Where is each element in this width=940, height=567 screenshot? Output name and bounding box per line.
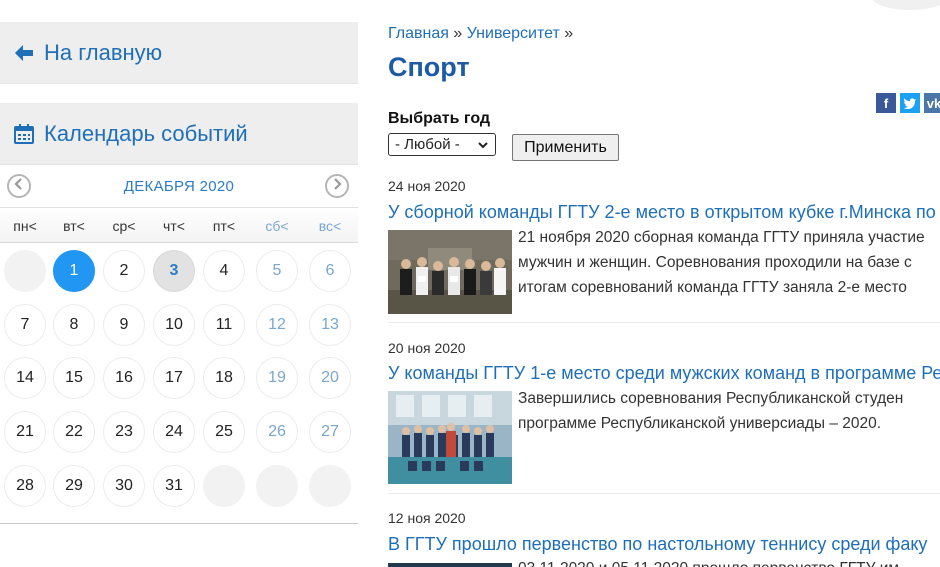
news-divider xyxy=(388,493,940,494)
breadcrumb: Главная » Университет » xyxy=(388,25,573,43)
arrow-left-icon xyxy=(12,41,36,65)
news-date: 24 ноя 2020 xyxy=(388,178,466,194)
calendar-empty-cell xyxy=(309,465,351,507)
twitter-icon[interactable] xyxy=(900,93,920,113)
calendar-day[interactable]: 7 xyxy=(4,304,46,346)
calendar-month-label: ДЕКАБРЯ 2020 xyxy=(123,178,235,195)
calendar-header: ДЕКАБРЯ 2020 xyxy=(0,172,358,202)
weekday-label: вт< xyxy=(63,218,85,234)
news-title-link[interactable]: В ГГТУ прошло первенство по настольному … xyxy=(388,534,927,555)
breadcrumb-separator: » xyxy=(564,25,574,42)
calendar-day[interactable]: 15 xyxy=(53,357,95,399)
calendar-icon xyxy=(12,122,36,146)
calendar-empty-cell xyxy=(203,465,245,507)
news-title-link[interactable]: У команды ГГТУ 1-е место среди мужских к… xyxy=(388,363,940,384)
calendar-day[interactable]: 29 xyxy=(53,465,95,507)
news-thumbnail[interactable] xyxy=(388,230,512,314)
calendar-day[interactable]: 3 xyxy=(153,250,195,292)
home-link-label: На главную xyxy=(44,39,163,65)
sidebar: На главную Календарь событий ДЕКАБРЯ 202… xyxy=(0,0,358,567)
news-date: 20 ноя 2020 xyxy=(388,340,466,356)
calendar-day[interactable]: 21 xyxy=(4,411,46,453)
facebook-icon[interactable]: f xyxy=(876,93,896,113)
calendar-day[interactable]: 25 xyxy=(203,411,245,453)
calendar-day[interactable]: 28 xyxy=(4,465,46,507)
news-excerpt: Завершились соревнования Республиканской… xyxy=(518,390,904,432)
news-thumbnail[interactable] xyxy=(388,391,512,484)
calendar-day[interactable]: 2 xyxy=(103,250,145,292)
breadcrumb-university[interactable]: Университет xyxy=(467,25,560,42)
weekday-label: сб< xyxy=(265,218,289,234)
news-divider xyxy=(388,322,940,323)
news-thumbnail[interactable] xyxy=(388,563,512,567)
vk-icon[interactable]: vk xyxy=(924,93,940,113)
calendar-day[interactable]: 18 xyxy=(203,357,245,399)
share-buttons: f vk xyxy=(876,93,940,113)
calendar-day[interactable]: 24 xyxy=(153,411,195,453)
calendar-empty-cell xyxy=(256,465,298,507)
calendar-day[interactable]: 11 xyxy=(203,304,245,346)
calendar-day[interactable]: 27 xyxy=(309,411,351,453)
events-calendar-link[interactable]: Календарь событий xyxy=(0,103,358,165)
calendar-days-grid: 1 2 3 4 5 6 7 8 9 10 11 12 13 14 15 16 17 18 19 20 21 22 23 24 2… xyxy=(0,250,358,520)
breadcrumb-home[interactable]: Главная xyxy=(388,25,449,42)
calendar-day[interactable]: 14 xyxy=(4,357,46,399)
calendar-day[interactable]: 5 xyxy=(256,250,298,292)
header-decoration xyxy=(870,0,940,10)
apply-button[interactable]: Применить xyxy=(512,134,619,161)
calendar-divider xyxy=(0,523,358,524)
weekday-label: чт< xyxy=(163,218,185,234)
calendar-day[interactable]: 13 xyxy=(309,304,351,346)
chevron-down-icon xyxy=(477,138,489,155)
next-month-button[interactable] xyxy=(325,174,349,198)
breadcrumb-separator: » xyxy=(453,25,463,42)
calendar-day[interactable]: 16 xyxy=(103,357,145,399)
calendar-day[interactable]: 1 xyxy=(53,250,95,292)
calendar-empty-cell xyxy=(4,250,46,292)
year-select-value: - Любой - xyxy=(395,136,460,153)
calendar-day[interactable]: 23 xyxy=(103,411,145,453)
main-content: Главная » Университет » Спорт f vk Выбра… xyxy=(388,0,940,567)
page-title: Спорт xyxy=(388,52,470,82)
calendar-day[interactable]: 8 xyxy=(53,304,95,346)
weekday-label: пт< xyxy=(212,218,236,234)
calendar-weekday-row: пн< вт< ср< чт< пт< сб< вс< xyxy=(0,207,358,243)
calendar-day[interactable]: 6 xyxy=(309,250,351,292)
calendar-day[interactable]: 10 xyxy=(153,304,195,346)
news-excerpt: 21 ноября 2020 сборная команда ГГТУ прин… xyxy=(518,229,925,296)
news-date: 12 ноя 2020 xyxy=(388,510,466,526)
calendar-day[interactable]: 9 xyxy=(103,304,145,346)
year-filter-label: Выбрать год xyxy=(388,110,491,127)
calendar-day[interactable]: 26 xyxy=(256,411,298,453)
weekday-label: пн< xyxy=(13,218,37,234)
calendar-day[interactable]: 19 xyxy=(256,357,298,399)
calendar-day[interactable]: 30 xyxy=(103,465,145,507)
calendar-day[interactable]: 17 xyxy=(153,357,195,399)
news-title-link[interactable]: У сборной команды ГГТУ 2-е место в откры… xyxy=(388,202,936,223)
events-calendar-label: Календарь событий xyxy=(44,120,248,146)
weekday-label: ср< xyxy=(112,218,136,234)
calendar-day[interactable]: 31 xyxy=(153,465,195,507)
year-select[interactable]: - Любой - xyxy=(388,133,496,156)
calendar-day[interactable]: 20 xyxy=(309,357,351,399)
chevron-right-icon xyxy=(331,177,343,195)
calendar-day[interactable]: 12 xyxy=(256,304,298,346)
weekday-label: вс< xyxy=(318,218,342,234)
calendar-day[interactable]: 22 xyxy=(53,411,95,453)
calendar-day[interactable]: 4 xyxy=(203,250,245,292)
news-excerpt: 03.11.2020 и 05.11.2020 прошло первенств… xyxy=(518,556,940,567)
home-link[interactable]: На главную xyxy=(0,22,358,84)
